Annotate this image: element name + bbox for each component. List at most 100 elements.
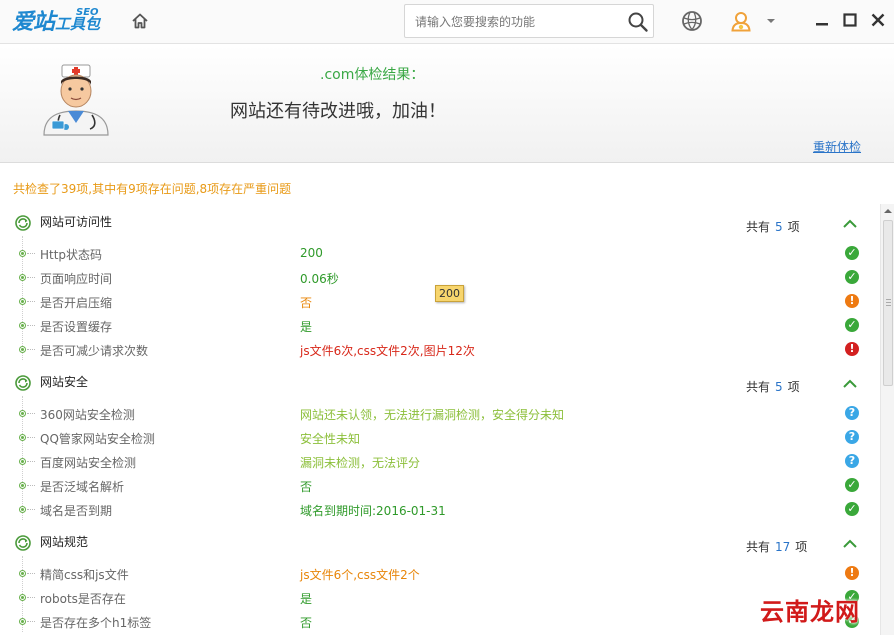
maximize-icon: [843, 13, 857, 27]
scroll-grip-line: [886, 299, 891, 300]
check-row: QQ管家网站安全检测 安全性未知?: [0, 426, 880, 450]
check-label: 是否存在多个h1标签: [40, 616, 152, 630]
check-label: Http状态码: [40, 248, 103, 262]
check-label: robots是否存在: [40, 592, 126, 606]
report-header: .com体检结果： 网站还有待改进哦，加油！ 重新体检: [0, 45, 894, 163]
check-value: js文件6个,css文件2个: [300, 568, 420, 582]
check-label: 是否可减少请求次数: [40, 344, 149, 358]
bullet-dot: [19, 274, 26, 281]
title-bar: 爱站 SEO 工具包: [0, 0, 894, 44]
watermark: 云南龙网: [760, 598, 860, 626]
status-unknown-icon: ?: [845, 406, 859, 420]
scroll-grip-line: [886, 302, 891, 303]
search-icon: [628, 12, 648, 32]
collapse-chevron-icon[interactable]: [842, 538, 858, 550]
tree-connector: [27, 597, 35, 598]
tree-connector: [27, 349, 35, 350]
section-count: 共有 5 项: [746, 378, 800, 395]
status-ok-icon: ✓: [845, 502, 859, 516]
scroll-up-button[interactable]: [881, 204, 894, 218]
bullet-dot: [19, 298, 26, 305]
section-header: 网站可访问性 共有 5 项: [0, 210, 880, 234]
status-warning-icon: !: [845, 294, 859, 308]
user-menu-dropdown[interactable]: [761, 9, 781, 33]
close-icon: [871, 13, 885, 27]
app-logo: 爱站 SEO 工具包: [12, 7, 100, 35]
count-suffix: 项: [787, 380, 800, 394]
count-number: 5: [775, 220, 783, 234]
app-window: 爱站 SEO 工具包 请输入您要搜索的功能 .com体检结果： 网站还有待改进哦…: [0, 0, 894, 635]
maximize-button[interactable]: [840, 10, 860, 30]
check-value: 安全性未知: [300, 432, 361, 446]
check-row: 是否设置缓存 是 ✓: [0, 314, 880, 338]
check-value: 200: [300, 246, 323, 260]
bullet-dot: [19, 250, 26, 257]
check-summary: 共检查了39项,其中有9项存在问题,8项存在严重问题: [13, 182, 292, 196]
search-button[interactable]: [627, 11, 649, 33]
section-refresh-icon: [15, 215, 31, 231]
check-row: 是否泛域名解析 否 ✓: [0, 474, 880, 498]
browser-button[interactable]: [680, 9, 704, 33]
bullet-dot: [19, 618, 26, 625]
check-row: 精简css和js文件 js文件6个,css文件2个!: [0, 562, 880, 586]
check-value: 0.06秒: [300, 272, 339, 286]
tree-connector: [27, 461, 35, 462]
section-title: 网站规范: [40, 535, 89, 549]
check-value: 否: [300, 296, 313, 310]
minimize-button[interactable]: [812, 10, 832, 30]
section-count: 共有 5 项: [746, 218, 800, 235]
check-label: 是否设置缓存: [40, 320, 113, 334]
close-button[interactable]: [868, 10, 888, 30]
search-input[interactable]: [415, 13, 615, 31]
home-button[interactable]: [128, 10, 152, 32]
status-warning-icon: !: [845, 566, 859, 580]
minimize-icon: [816, 23, 828, 26]
section-refresh-icon: [15, 375, 31, 391]
section-title: 网站可访问性: [40, 215, 113, 229]
tree-connector: [27, 573, 35, 574]
vertical-scrollbar[interactable]: [880, 204, 894, 635]
count-prefix: 共有: [746, 220, 771, 234]
scroll-thumb[interactable]: [883, 220, 893, 386]
check-label: 是否泛域名解析: [40, 480, 125, 494]
check-value: 否: [300, 616, 313, 630]
check-value: 是: [300, 320, 313, 334]
check-value: 网站还未认领，无法进行漏洞检测，安全得分未知: [300, 408, 565, 422]
status-ok-icon: ✓: [845, 270, 859, 284]
status-unknown-icon: ?: [845, 430, 859, 444]
caret-down-icon: [767, 19, 775, 23]
recheck-link[interactable]: 重新体检: [813, 138, 861, 155]
collapse-chevron-icon[interactable]: [842, 218, 858, 230]
section-title: 网站安全: [40, 375, 89, 389]
tree-connector: [27, 485, 35, 486]
check-value: 否: [300, 480, 313, 494]
tree-connector: [27, 253, 35, 254]
status-ok-icon: ✓: [845, 318, 859, 332]
tree-connector: [27, 437, 35, 438]
tree-connector: [27, 509, 35, 510]
count-prefix: 共有: [746, 380, 771, 394]
bullet-dot: [19, 482, 26, 489]
bullet-dot: [19, 570, 26, 577]
status-error-icon: !: [845, 342, 859, 356]
check-row: 是否可减少请求次数 js文件6次,css文件2次,图片12次!: [0, 338, 880, 362]
bullet-dot: [19, 458, 26, 465]
count-number: 17: [775, 540, 791, 554]
check-label: 域名是否到期: [40, 504, 113, 518]
tree-connector: [27, 301, 35, 302]
status-ok-icon: ✓: [845, 478, 859, 492]
check-row: 360网站安全检测 网站还未认领，无法进行漏洞检测，安全得分未知?: [0, 402, 880, 426]
user-avatar-icon: [731, 12, 751, 32]
result-title: .com体检结果：: [320, 67, 425, 83]
section-count: 共有 17 项: [746, 538, 807, 555]
bullet-dot: [19, 506, 26, 513]
count-number: 5: [775, 380, 783, 394]
collapse-chevron-icon[interactable]: [842, 378, 858, 390]
status-ok-icon: ✓: [845, 246, 859, 260]
user-button[interactable]: [729, 9, 753, 33]
check-label: 是否开启压缩: [40, 296, 113, 310]
value-tooltip: 200: [435, 285, 464, 302]
check-row: 百度网站安全检测 漏洞未检测，无法评分?: [0, 450, 880, 474]
check-row: robots是否存在是 ✓: [0, 586, 880, 610]
doctor-avatar-icon: [43, 64, 109, 136]
